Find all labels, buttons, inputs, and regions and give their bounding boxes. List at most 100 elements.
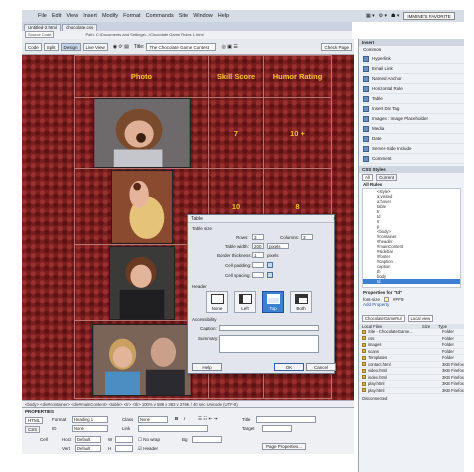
cell-padding-field[interactable] — [252, 262, 264, 268]
width-unit-select[interactable]: pixels — [267, 243, 289, 249]
italic-button[interactable]: I — [184, 416, 185, 421]
workspace-switcher[interactable]: IMMINE'S FAVORITE — [403, 12, 455, 20]
menu-item[interactable]: Format — [123, 13, 140, 19]
insert-panel-tab[interactable]: Insert — [359, 39, 464, 46]
html-mode-button[interactable]: HTML — [25, 417, 44, 424]
css-current-button[interactable]: Current — [376, 174, 398, 181]
header-skill-score[interactable]: Skill Score — [208, 55, 264, 98]
close-icon[interactable]: ✕ — [333, 216, 337, 222]
split-view-button[interactable]: Split — [43, 42, 59, 51]
cancel-button[interactable]: Cancel — [306, 363, 336, 371]
file-type: 3KB Firefox — [442, 368, 464, 374]
rows-label: Rows: — [236, 235, 249, 240]
insert-item[interactable]: Table — [363, 94, 464, 104]
design-view-button[interactable]: Design — [60, 42, 81, 51]
border-thickness-field[interactable]: 1 — [252, 252, 264, 258]
header-photo[interactable]: Photo — [74, 55, 209, 98]
insert-item[interactable]: Images : Image Placeholder — [363, 114, 464, 124]
insert-item[interactable]: Hyperlink — [363, 54, 464, 64]
menu-item[interactable]: Site — [179, 13, 188, 19]
format-select[interactable]: Heading 1 — [72, 416, 108, 423]
header-left-button[interactable]: Left — [234, 291, 256, 313]
file-name: video.html — [368, 368, 388, 374]
rule-icon — [363, 85, 369, 92]
insert-item[interactable]: Horizontal Rule — [363, 84, 464, 94]
menu-item[interactable]: Edit — [52, 13, 61, 19]
insert-item[interactable]: Date — [363, 134, 464, 144]
list-icons[interactable]: ☰ ☷ ⇤ ⇥ — [198, 416, 217, 422]
link-field[interactable] — [138, 425, 208, 432]
file-type: Folder — [442, 335, 454, 341]
css-styles-tab[interactable]: CSS Styles — [359, 166, 464, 173]
cell-spacing-label: Cell spacing: — [225, 273, 251, 278]
menu-item[interactable]: Help — [218, 13, 229, 19]
header-humor-rating[interactable]: Humor Rating — [263, 55, 332, 98]
view-select[interactable]: Local view — [407, 315, 434, 322]
tab-chocolate-css[interactable]: chocolate.css — [62, 24, 98, 31]
file-row[interactable]: play.html 3KB Firefox — [359, 388, 464, 394]
ok-button[interactable]: OK — [274, 363, 304, 371]
insert-item[interactable]: Comment — [363, 154, 464, 164]
cell-spacing-field[interactable] — [252, 272, 264, 278]
insert-item[interactable]: Email Link — [363, 64, 464, 74]
header-top-button[interactable]: Top — [262, 291, 284, 313]
rows-field[interactable]: 3 — [252, 234, 264, 240]
add-property-link[interactable]: Add Property — [359, 302, 464, 307]
summary-field[interactable] — [219, 335, 319, 353]
extend-icon[interactable]: ⚙ ▾ — [379, 13, 387, 19]
css-mode-button[interactable]: CSS — [25, 426, 41, 433]
title-field[interactable]: The Chocolate Game Contest — [146, 42, 217, 51]
columns-label: Columns: — [280, 235, 300, 240]
columns-field[interactable]: 3 — [301, 234, 313, 240]
insert-item[interactable]: Insert Div Tag — [363, 104, 464, 114]
insert-category-select[interactable]: Common — [359, 46, 464, 54]
header-both-button[interactable]: Both — [290, 291, 312, 313]
bg-field[interactable] — [192, 436, 222, 443]
site-icon[interactable]: ☗ ▾ — [391, 13, 399, 19]
header-none-button[interactable]: None — [206, 291, 228, 313]
menu-item[interactable]: Window — [193, 13, 213, 19]
header-checkbox[interactable]: ☑ Header — [138, 446, 158, 452]
insert-item[interactable]: Server-Side Include — [363, 144, 464, 154]
css-rule[interactable]: td — [363, 279, 460, 284]
caption-field[interactable] — [219, 325, 319, 331]
insert-item[interactable]: Named Anchor — [363, 74, 464, 84]
width-field[interactable] — [115, 436, 133, 443]
browser-icon[interactable]: ◎ ▣ ☰ — [221, 44, 237, 50]
menu-item[interactable]: Modify — [102, 13, 118, 19]
id-select[interactable]: None — [72, 425, 108, 432]
humor-rating-cell[interactable]: 10 + — [263, 97, 332, 169]
layout-icon[interactable]: ▦ ▾ — [366, 13, 375, 19]
title-prop-field[interactable] — [256, 416, 316, 423]
menu-item[interactable]: Commands — [146, 13, 174, 19]
bold-button[interactable]: B — [175, 416, 178, 421]
page-properties-button[interactable]: Page Properties... — [262, 443, 307, 450]
h-label: H — [108, 446, 112, 451]
css-all-button[interactable]: All — [362, 174, 374, 181]
source-code-link[interactable]: Source Code — [25, 31, 55, 38]
site-select[interactable]: ChocolateGameRul — [362, 315, 405, 322]
height-field[interactable] — [115, 445, 133, 452]
horz-select[interactable]: Default — [75, 436, 101, 443]
accessibility-label: Accessibility — [192, 317, 217, 322]
inspect-icon[interactable]: ◉ ⟳ ▤ — [113, 44, 129, 50]
table-width-field[interactable]: 200 — [252, 243, 264, 249]
tab-untitled[interactable]: Untitled-2.html — [24, 24, 62, 31]
code-view-button[interactable]: Code — [25, 42, 42, 51]
class-select[interactable]: None — [138, 416, 168, 423]
check-page-button[interactable]: Check Page — [321, 42, 352, 51]
class-label: Class — [122, 417, 134, 422]
vert-select[interactable]: Default — [75, 445, 101, 452]
menu-item[interactable]: View — [66, 13, 78, 19]
photo-child-eating — [108, 245, 175, 320]
no-wrap-checkbox[interactable]: ☐ No wrap — [138, 437, 160, 443]
skill-score-cell[interactable]: 7 — [208, 97, 264, 169]
live-view-button[interactable]: Live View — [82, 42, 108, 51]
insert-item[interactable]: Media — [363, 124, 464, 134]
help-button[interactable]: Help — [192, 363, 222, 371]
target-select[interactable] — [262, 425, 292, 432]
menu-item[interactable]: Insert — [83, 13, 97, 19]
cell-padding-label: Cell padding: — [225, 263, 252, 268]
photo-cell[interactable] — [74, 97, 209, 169]
menu-item[interactable]: File — [38, 13, 47, 19]
